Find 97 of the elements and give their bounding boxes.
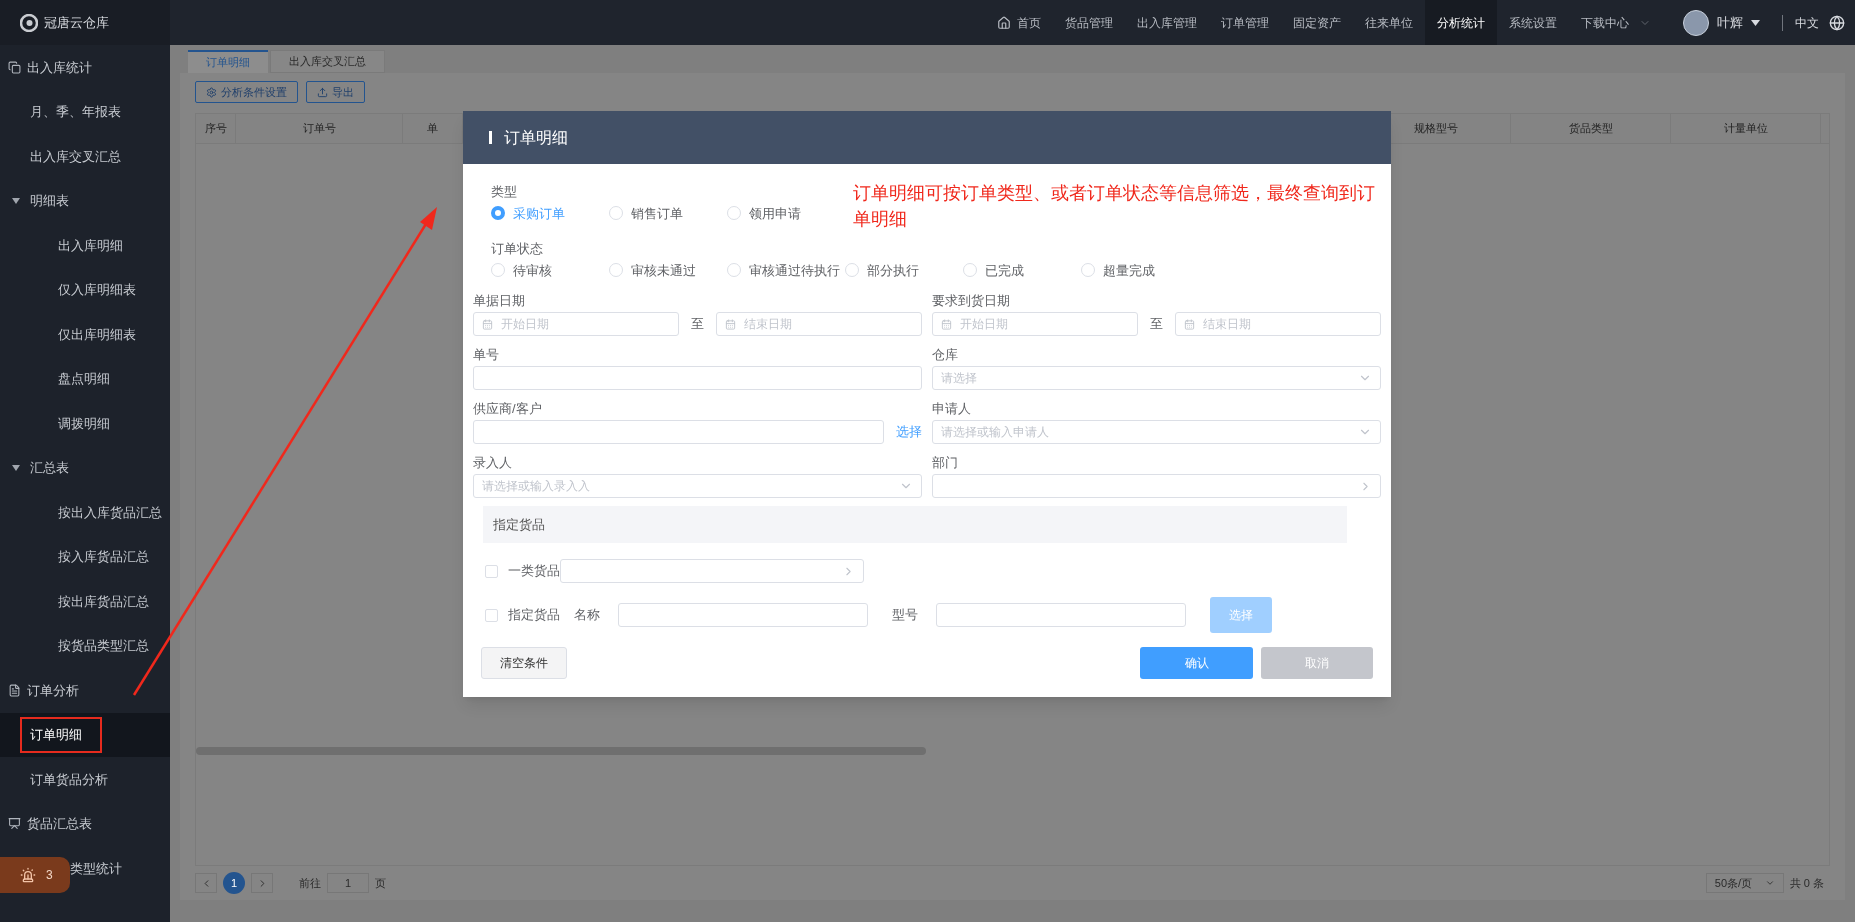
calendar-icon: [941, 318, 952, 330]
annotation-note: 订单明细可按订单类型、或者订单状态等信息筛选，最终查询到订单明细: [853, 182, 1376, 231]
field-label: 仓库: [932, 346, 959, 364]
previous-page-button[interactable]: [195, 873, 217, 893]
globe-icon[interactable]: [1829, 14, 1845, 31]
language-label[interactable]: 中文: [1795, 13, 1819, 32]
home-icon: [997, 15, 1011, 30]
menu-group-icon: [8, 817, 21, 831]
total-count: 共 0 条: [1789, 875, 1824, 891]
name-label: 名称: [574, 606, 600, 625]
sidebar-item[interactable]: 订单明细: [20, 717, 102, 753]
logo-icon: [20, 13, 38, 32]
nav-item[interactable]: 系统设置: [1497, 0, 1569, 45]
next-page-button[interactable]: [251, 873, 273, 893]
sidebar-section[interactable]: 明细表: [30, 191, 69, 211]
nav-item[interactable]: 订单管理: [1209, 0, 1281, 45]
calendar-icon: [725, 318, 736, 330]
model-field[interactable]: [936, 603, 1186, 627]
nav-item[interactable]: 分析统计: [1425, 0, 1497, 45]
radio-label: 采购订单: [513, 204, 565, 223]
field-label: 供应商/客户: [473, 400, 543, 418]
avatar[interactable]: [1683, 9, 1709, 36]
sidebar-section[interactable]: 汇总表: [30, 458, 69, 478]
radio-label: 审核未通过: [631, 261, 696, 280]
menu-group-icon: [8, 683, 21, 697]
radio-label: 已完成: [985, 261, 1024, 280]
field-label: 录入人: [473, 454, 513, 472]
calendar-icon: [482, 318, 493, 330]
range-separator: 至: [690, 315, 705, 334]
text-field[interactable]: [473, 420, 884, 444]
text-field[interactable]: [473, 366, 922, 390]
app-name: 冠唐云仓库: [44, 13, 109, 32]
radio-label: 销售订单: [631, 204, 683, 223]
user-name[interactable]: 叶辉: [1717, 12, 1743, 33]
column-header: 货品类型: [1511, 114, 1671, 143]
field-label: 要求到货日期: [932, 292, 1011, 310]
dialog-title: 订单明细: [504, 127, 568, 148]
sidebar-item[interactable]: 按出入库货品汇总: [48, 502, 170, 522]
column-header: 订单号: [236, 114, 403, 143]
radio-label: 领用申请: [749, 204, 801, 223]
nav-item[interactable]: 出入库管理: [1125, 0, 1209, 45]
sidebar-item[interactable]: 月、季、年报表: [20, 102, 131, 122]
column-header: 计量单位: [1671, 114, 1821, 143]
checkbox-label: 指定货品: [508, 606, 560, 625]
sidebar-item[interactable]: 按出库货品汇总: [48, 591, 159, 611]
calendar-icon: [1184, 318, 1195, 330]
model-label: 型号: [892, 606, 918, 625]
name-field[interactable]: [618, 603, 868, 627]
range-separator: 至: [1149, 315, 1164, 334]
nav-item[interactable]: 下载中心: [1569, 0, 1663, 45]
gear-icon: [206, 86, 217, 98]
sidebar-item[interactable]: 按货品类型汇总: [48, 636, 159, 656]
field-label: 部门: [932, 454, 959, 472]
notification-badge[interactable]: 3: [0, 857, 70, 893]
page-size-select[interactable]: 50条/页: [1705, 873, 1784, 893]
sidebar-item[interactable]: 盘点明细: [48, 369, 120, 389]
sidebar-item[interactable]: 出入库交叉汇总: [20, 146, 131, 166]
page-suffix: 页: [375, 875, 386, 891]
tab[interactable]: 出入库交叉汇总: [270, 50, 385, 73]
section-title: 指定货品: [493, 515, 545, 534]
checkbox[interactable]: [485, 608, 498, 622]
group-label: 类型: [491, 183, 517, 201]
radio-label: 审核通过待执行: [749, 261, 840, 280]
sidebar-group[interactable]: 出入库统计: [27, 57, 92, 77]
chevron-down-icon: [1764, 878, 1775, 888]
sidebar-item[interactable]: 按入库货品汇总: [48, 547, 159, 567]
field-label: 单据日期: [473, 292, 526, 310]
sidebar-item[interactable]: 仅出库明细表: [48, 324, 146, 344]
cascader-field[interactable]: [932, 474, 1381, 498]
radio-label: 部分执行: [867, 261, 919, 280]
checkbox-label: 一类货品: [508, 562, 560, 581]
nav-item[interactable]: 货品管理: [1053, 0, 1125, 45]
goto-label: 前往: [299, 875, 321, 891]
menu-group-icon: [8, 60, 21, 74]
sidebar-item[interactable]: 仅入库明细表: [48, 280, 146, 300]
dialog-button[interactable]: 清空条件: [481, 647, 567, 679]
nav-item[interactable]: 往来单位: [1353, 0, 1425, 45]
field-label: 申请人: [932, 400, 972, 418]
radio-button[interactable]: [491, 206, 505, 221]
radio-label: 待审核: [513, 261, 552, 280]
sidebar-group[interactable]: 货品汇总表: [27, 814, 92, 834]
field-label: 单号: [473, 346, 500, 364]
sidebar-item[interactable]: 出入库明细: [48, 235, 133, 255]
cascader-field[interactable]: [560, 559, 864, 583]
caret-icon: [1751, 19, 1760, 26]
nav-item[interactable]: 首页: [985, 0, 1053, 45]
sidebar-item[interactable]: 订单货品分析: [20, 769, 118, 789]
group-label: 订单状态: [491, 240, 543, 258]
upload-icon: [317, 86, 328, 98]
column-header: 序号: [196, 114, 236, 143]
radio-label: 超量完成: [1103, 261, 1155, 280]
nav-item[interactable]: 固定资产: [1281, 0, 1353, 45]
sidebar-item[interactable]: 调拨明细: [48, 413, 120, 433]
page-number[interactable]: 1: [223, 872, 245, 894]
page-input[interactable]: 1: [327, 873, 369, 893]
checkbox[interactable]: [485, 564, 498, 578]
sidebar-group[interactable]: 订单分析: [27, 680, 79, 700]
